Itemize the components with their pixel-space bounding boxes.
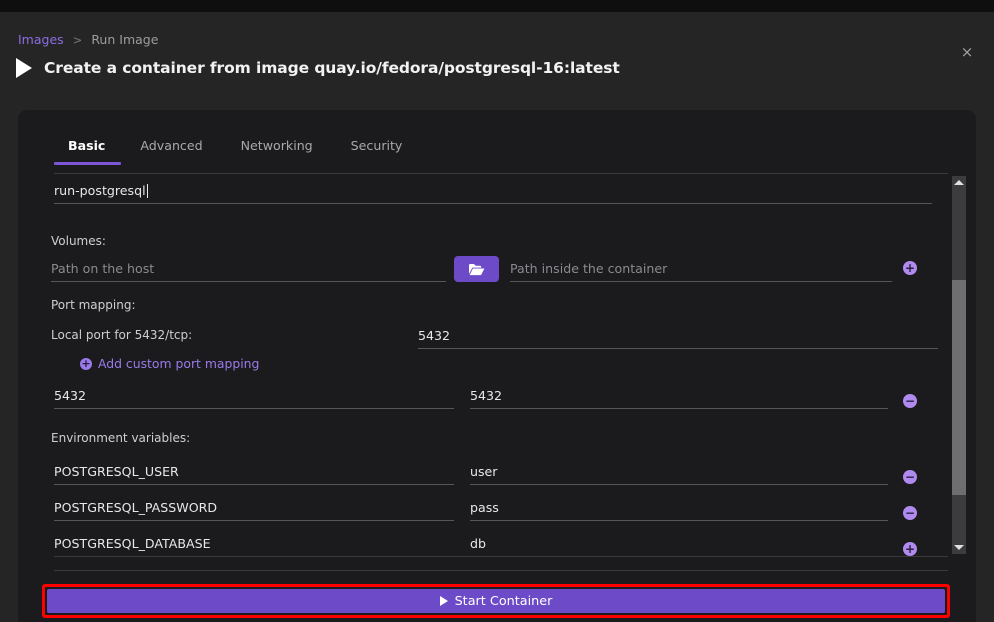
volumes-label: Volumes: (51, 234, 106, 248)
start-container-label: Start Container (455, 594, 553, 609)
form-scroll-area: run-postgresql Volumes: Path on the host… (18, 174, 976, 556)
page-title: Create a container from image quay.io/fe… (44, 59, 620, 77)
add-custom-port-mapping-link[interactable]: + Add custom port mapping (80, 356, 259, 371)
scrollbar-thumb[interactable] (952, 280, 966, 495)
browse-folder-button[interactable] (454, 256, 499, 282)
env-value-input-2[interactable]: db (470, 531, 888, 556)
text-caret (147, 184, 148, 198)
plus-icon: + (905, 543, 915, 555)
form-content: run-postgresql Volumes: Path on the host… (18, 174, 976, 556)
plus-circle-icon: + (80, 358, 92, 370)
volume-container-path-input[interactable]: Path inside the container (510, 256, 892, 282)
minus-icon: − (905, 471, 915, 483)
environment-variables-label: Environment variables: (51, 431, 190, 445)
env-key-input-1[interactable]: POSTGRESQL_PASSWORD (54, 495, 454, 521)
remove-env-button-0[interactable]: − (903, 470, 917, 484)
local-port-label: Local port for 5432/tcp: (51, 328, 192, 342)
scroll-up-arrow-icon[interactable] (952, 176, 966, 189)
form-scrollbar[interactable] (952, 176, 966, 554)
tab-advanced[interactable]: Advanced (121, 138, 221, 163)
env-key-input-2[interactable]: POSTGRESQL_DATABASE (54, 531, 454, 556)
add-custom-port-mapping-label: Add custom port mapping (98, 356, 259, 371)
tab-basic[interactable]: Basic (54, 138, 121, 163)
run-image-panel: Basic Advanced Networking Security run-p… (18, 110, 976, 622)
plus-icon: + (905, 262, 915, 274)
env-value-input-1[interactable]: pass (470, 495, 888, 521)
folder-open-icon (468, 263, 485, 276)
volume-host-path-input[interactable]: Path on the host (51, 256, 446, 282)
start-container-highlight: Start Container (42, 584, 950, 618)
footer-divider (54, 570, 948, 571)
container-name-value: run-postgresql (54, 183, 146, 198)
title-row: Create a container from image quay.io/fe… (14, 58, 620, 78)
play-icon (16, 58, 32, 78)
start-container-button[interactable]: Start Container (47, 589, 945, 613)
env-value-input-0[interactable]: user (470, 459, 888, 485)
remove-env-button-1[interactable]: − (903, 506, 917, 520)
page-header: Images > Run Image Create a container fr… (0, 12, 994, 100)
breadcrumb-current-run-image: Run Image (91, 32, 158, 47)
tab-security[interactable]: Security (332, 138, 422, 163)
play-icon (440, 596, 448, 606)
custom-port-host-input[interactable]: 5432 (54, 383, 454, 409)
env-key-input-0[interactable]: POSTGRESQL_USER (54, 459, 454, 485)
add-volume-button[interactable]: + (903, 261, 917, 275)
local-port-input[interactable]: 5432 (418, 323, 938, 349)
remove-custom-port-button[interactable]: − (903, 394, 917, 408)
breadcrumb: Images > Run Image (18, 32, 158, 47)
run-image-screen: Images > Run Image Create a container fr… (0, 0, 994, 622)
minus-icon: − (905, 507, 915, 519)
tab-bar: Basic Advanced Networking Security (54, 138, 948, 174)
tab-networking[interactable]: Networking (222, 138, 332, 163)
add-env-button[interactable]: + (903, 542, 917, 556)
port-mapping-label: Port mapping: (51, 298, 135, 312)
minus-icon: − (905, 395, 915, 407)
container-name-input[interactable]: run-postgresql (54, 178, 932, 204)
close-icon[interactable]: × (956, 41, 978, 63)
form-bottom-divider (54, 556, 948, 557)
breadcrumb-separator-icon: > (73, 33, 83, 47)
custom-port-container-input[interactable]: 5432 (470, 383, 888, 409)
window-topbar (0, 0, 994, 12)
breadcrumb-link-images[interactable]: Images (18, 32, 64, 47)
scroll-down-arrow-icon[interactable] (952, 541, 966, 554)
